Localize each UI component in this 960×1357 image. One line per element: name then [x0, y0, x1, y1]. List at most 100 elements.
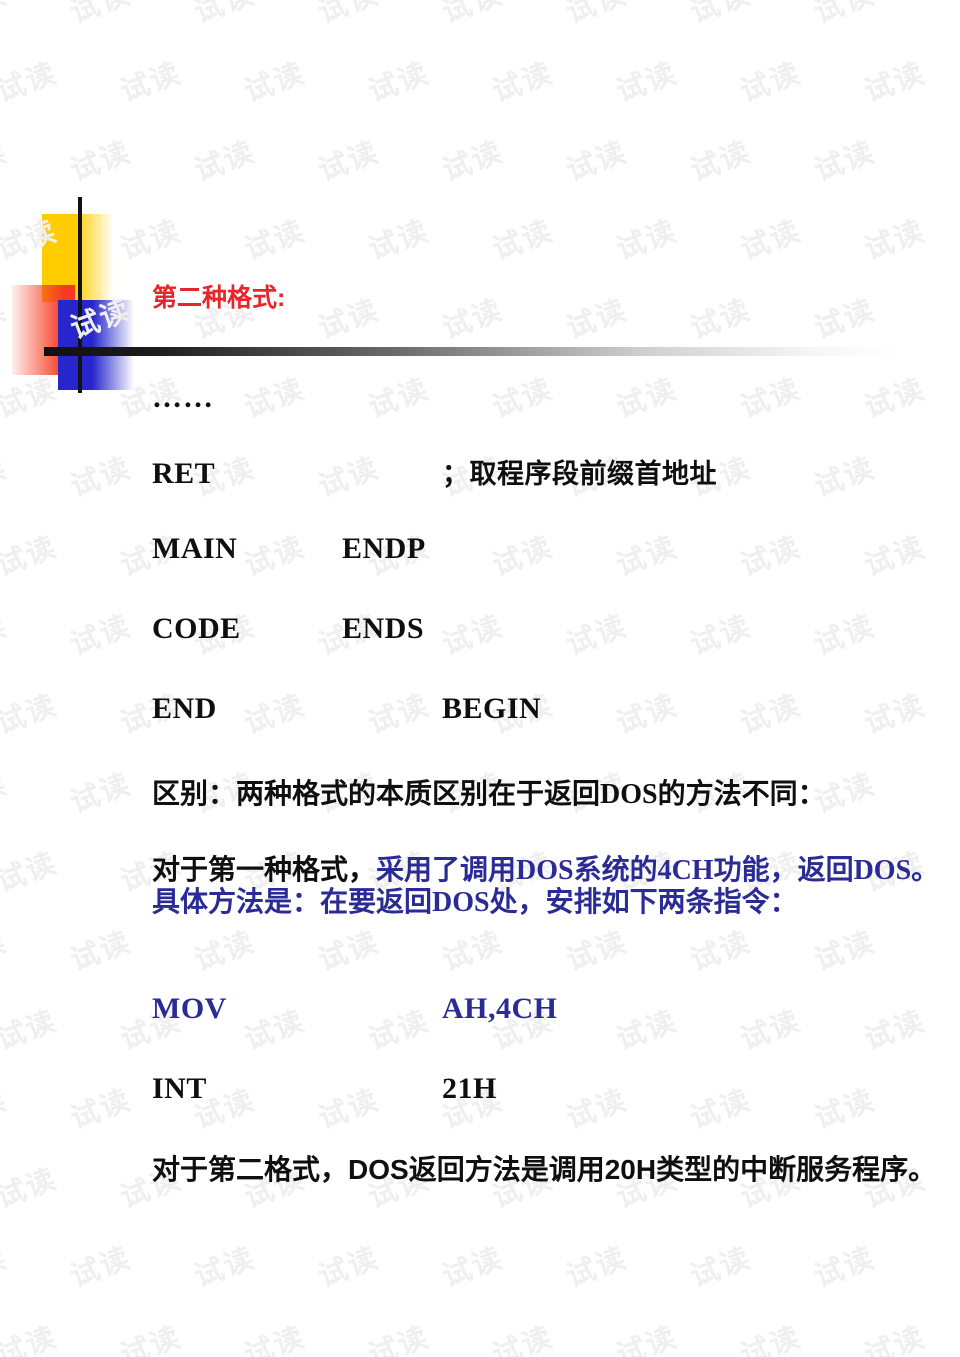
watermark-text: 试读: [736, 1321, 806, 1357]
code-op: RET: [152, 457, 216, 490]
watermark-text: 试读: [314, 294, 384, 346]
watermark-text: 试读: [686, 926, 756, 978]
watermark-text: 试读: [0, 926, 12, 978]
watermark-row: 试读 试读 试读 试读 试读 试读 试读 试读: [0, 610, 960, 661]
watermark-text: 试读: [686, 136, 756, 188]
watermark-text: 试读: [612, 531, 682, 583]
code-op: MAIN: [152, 532, 238, 565]
watermark-text: 试读: [736, 1005, 806, 1057]
watermark-text: 试读: [562, 136, 632, 188]
watermark-text: 试读: [0, 1321, 62, 1357]
instruction-operand: 21H: [442, 1072, 497, 1105]
watermark-text: 试读: [438, 294, 508, 346]
code-line-ret: RET ；取程序段前缀首地址: [152, 452, 717, 491]
watermark-text: 试读: [0, 1163, 62, 1215]
difference-heading: 区别：两种格式的本质区别在于返回DOS的方法不同：: [152, 779, 826, 810]
watermark-text: 试读: [562, 1084, 632, 1136]
watermark-text: 试读: [562, 0, 632, 30]
watermark-text: 试读: [810, 1242, 880, 1294]
first-format-paragraph: 对于第一种格式，采用了调用DOS系统的4CH功能，返回DOS。 具体方法是：在要返…: [152, 855, 939, 920]
code-op: CODE: [152, 612, 241, 645]
watermark-text: 试读: [612, 689, 682, 741]
watermark-text: 试读: [66, 768, 136, 820]
watermark-text: 试读: [810, 926, 880, 978]
instruction-op: INT: [152, 1072, 207, 1105]
watermark-text: 试读: [66, 610, 136, 662]
watermark-text: 试读: [736, 215, 806, 267]
watermark-text: 试读: [612, 1005, 682, 1057]
watermark-text: 试读: [488, 373, 558, 425]
watermark-text: 试读: [240, 1321, 310, 1357]
watermark-text: 试读: [488, 1321, 558, 1357]
watermark-row: 试读 试读 试读 试读 试读 试读 试读 试读: [0, 1242, 960, 1293]
watermark-text: 试读: [314, 1242, 384, 1294]
watermark-text: 试读: [562, 926, 632, 978]
watermark-text: 试读: [810, 0, 880, 30]
second-format-emphasis-20h: 20H: [604, 1154, 657, 1185]
ellipsis-line: ……: [152, 381, 214, 414]
watermark-text: 试读: [860, 215, 930, 267]
code-operand: ENDP: [342, 532, 426, 565]
watermark-text: 试读: [364, 215, 434, 267]
watermark-text: 试读: [810, 1084, 880, 1136]
watermark-text: 试读: [736, 373, 806, 425]
second-format-part1: 对于第二格式，: [152, 1155, 349, 1186]
instruction-operand: AH,4CH: [442, 992, 558, 1025]
watermark-text: 试读: [860, 1005, 930, 1057]
watermark-row: 试读 试读 试读 试读 试读 试读 试读 试读: [0, 1321, 960, 1357]
code-operand: ENDS: [342, 612, 425, 645]
watermark-text: 试读: [116, 1321, 186, 1357]
watermark-text: 试读: [0, 768, 12, 820]
watermark-text: 试读: [488, 531, 558, 583]
watermark-text: 试读: [736, 57, 806, 109]
code-line-code-ends: CODE ENDS: [152, 612, 424, 646]
watermark-text: 试读: [0, 1084, 12, 1136]
instruction-int: INT 21H: [152, 1072, 497, 1106]
watermark-text: 试读: [612, 1321, 682, 1357]
code-comment: ；取程序段前缀首地址: [442, 459, 717, 489]
watermark-text: 试读: [0, 531, 62, 583]
first-format-blue-text-2: 具体方法是：在要返回DOS处，安排如下两条指令：: [152, 887, 798, 919]
second-format-part2: 返回方法是调用: [408, 1155, 605, 1186]
watermark-text: 试读: [488, 57, 558, 109]
watermark-text: 试读: [438, 926, 508, 978]
watermark-row: 试读 试读 试读 试读 试读 试读 试读 试读: [0, 926, 960, 977]
watermark-text: 试读: [0, 847, 62, 899]
watermark-text: 试读: [562, 1242, 632, 1294]
instruction-mov: MOV AH,4CH: [152, 992, 558, 1026]
watermark-text: 试读: [612, 373, 682, 425]
watermark-text: 试读: [364, 57, 434, 109]
watermark-text: 试读: [0, 452, 12, 504]
watermark-text: 试读: [612, 215, 682, 267]
second-format-part3: 类型的中断服务程序。: [656, 1155, 937, 1186]
watermark-text: 试读: [562, 294, 632, 346]
watermark-text: 试读: [190, 926, 260, 978]
watermark-text: 试读: [860, 57, 930, 109]
watermark-text: 试读: [190, 1242, 260, 1294]
watermark-text: 试读: [438, 0, 508, 30]
watermark-row: 试读 试读 试读 试读 试读 试读 试读 试读: [0, 531, 960, 582]
watermark-text: 试读: [0, 610, 12, 662]
watermark-text: 试读: [438, 610, 508, 662]
code-op: END: [152, 692, 217, 725]
code-line-main-endp: MAIN ENDP: [152, 532, 426, 566]
watermark-text: 试读: [860, 689, 930, 741]
watermark-text: 试读: [686, 1242, 756, 1294]
watermark-text: 试读: [0, 1242, 12, 1294]
slide-title: 第二种格式:: [152, 284, 286, 312]
watermark-text: 试读: [686, 0, 756, 30]
instruction-op: MOV: [152, 992, 227, 1025]
title-divider-line: [44, 347, 899, 356]
watermark-text: 试读: [810, 610, 880, 662]
watermark-text: 试读: [66, 1084, 136, 1136]
watermark-text: 试读: [438, 136, 508, 188]
watermark-text: 试读: [810, 136, 880, 188]
watermark-text: 试读: [314, 136, 384, 188]
watermark-text: 试读: [364, 1321, 434, 1357]
ornament-vertical-bar: [78, 197, 82, 393]
watermark-text: 试读: [736, 531, 806, 583]
watermark-text: 试读: [860, 531, 930, 583]
watermark-text: 试读: [0, 689, 62, 741]
slide-page: 试读 试读 试读 试读 试读 试读 试读 试读 试读 试读 试读 试读 试读 试读 试读 试读 试读 试读 试读 试读…: [0, 0, 960, 1357]
watermark-text: 试读: [686, 610, 756, 662]
